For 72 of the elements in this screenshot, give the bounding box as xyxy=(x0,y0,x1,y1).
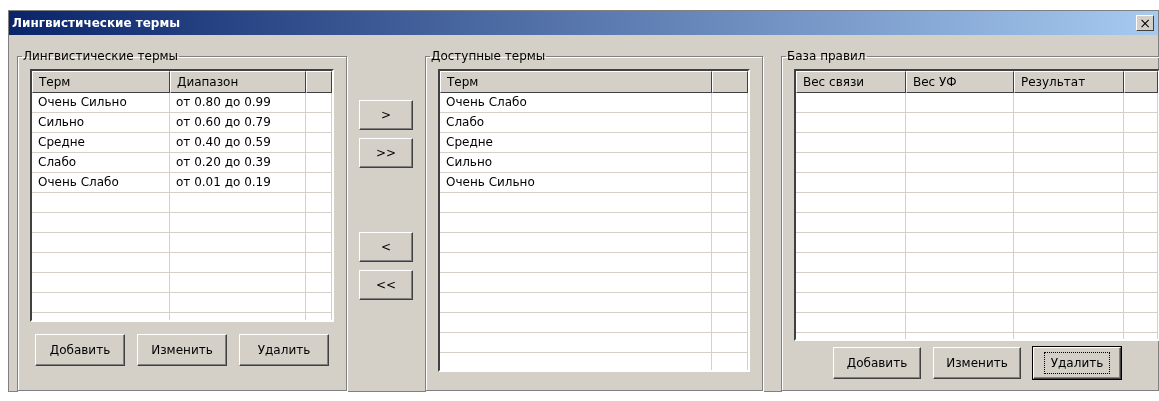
table-cell xyxy=(1124,293,1158,313)
table-cell: Очень Слабо xyxy=(440,93,712,113)
table-cell xyxy=(712,213,748,233)
table-cell xyxy=(712,193,748,213)
table-cell xyxy=(306,153,332,173)
table-cell: Сильно xyxy=(440,153,712,173)
table-cell xyxy=(712,153,748,173)
table-cell xyxy=(306,133,332,153)
table-cell xyxy=(306,173,332,193)
table-cell xyxy=(712,313,748,333)
table-cell: Очень Сильно xyxy=(440,173,712,193)
table-cell xyxy=(306,233,332,253)
table-cell xyxy=(1124,93,1158,113)
table-cell xyxy=(712,333,748,353)
table-cell: Слабо xyxy=(440,113,712,133)
table-cell xyxy=(1124,253,1158,273)
table-cell: от 0.60 до 0.79 xyxy=(170,113,306,133)
table-cell xyxy=(306,213,332,233)
table-cell xyxy=(1124,313,1158,333)
table-cell: Средне xyxy=(32,133,170,153)
button[interactable]: Удалить xyxy=(1033,347,1121,379)
table-cell: Средне xyxy=(440,133,712,153)
table-cell xyxy=(712,93,748,113)
table-cell: от 0.40 до 0.59 xyxy=(170,133,306,153)
button[interactable]: Добавить xyxy=(35,334,125,366)
table-cell: Сильно xyxy=(32,113,170,133)
table-cell xyxy=(712,273,748,293)
table-cell xyxy=(1124,233,1158,253)
table-cell xyxy=(1124,113,1158,133)
table-cell xyxy=(306,293,332,313)
table-cell xyxy=(306,93,332,113)
table-cell xyxy=(712,173,748,193)
table-cell: от 0.01 до 0.19 xyxy=(170,173,306,193)
table-cell xyxy=(712,253,748,273)
group-title: База правил xyxy=(786,49,867,63)
table-cell: Очень Слабо xyxy=(32,173,170,193)
table-cell xyxy=(1124,193,1158,213)
button[interactable]: Изменить xyxy=(933,347,1021,379)
table-cell xyxy=(306,273,332,293)
table-cell xyxy=(1124,273,1158,293)
column-header[interactable]: Результат xyxy=(1014,71,1124,93)
move-button[interactable]: > xyxy=(359,100,413,130)
table-cell: Очень Сильно xyxy=(32,93,170,113)
column-header[interactable]: Терм xyxy=(440,71,712,93)
table-cell xyxy=(306,113,332,133)
table-cell xyxy=(1124,133,1158,153)
move-button[interactable]: >> xyxy=(359,138,413,168)
button[interactable]: Добавить xyxy=(833,347,921,379)
table-cell xyxy=(712,293,748,313)
table-cell xyxy=(1124,153,1158,173)
table-cell xyxy=(712,113,748,133)
close-button[interactable]: × xyxy=(1136,15,1154,31)
button[interactable]: Изменить xyxy=(137,334,227,366)
table-cell: Слабо xyxy=(32,153,170,173)
move-button[interactable]: < xyxy=(359,232,413,262)
table-cell xyxy=(712,133,748,153)
move-button[interactable]: << xyxy=(359,270,413,300)
table-cell xyxy=(1124,213,1158,233)
group-title: Доступные термы xyxy=(430,49,547,63)
window-title: Лингвистические термы xyxy=(12,16,181,30)
column-header[interactable]: Вес УФ xyxy=(906,71,1014,93)
group-title: Лингвистические термы xyxy=(22,49,180,63)
column-header[interactable]: Терм xyxy=(32,71,170,93)
table-cell xyxy=(712,233,748,253)
table-cell xyxy=(306,253,332,273)
table-cell xyxy=(1124,173,1158,193)
column-header[interactable]: Вес связи xyxy=(796,71,906,93)
column-header[interactable]: Диапазон xyxy=(170,71,306,93)
table-cell: от 0.20 до 0.39 xyxy=(170,153,306,173)
button[interactable]: Удалить xyxy=(239,334,329,366)
table-cell xyxy=(306,193,332,213)
table-cell: от 0.80 до 0.99 xyxy=(170,93,306,113)
